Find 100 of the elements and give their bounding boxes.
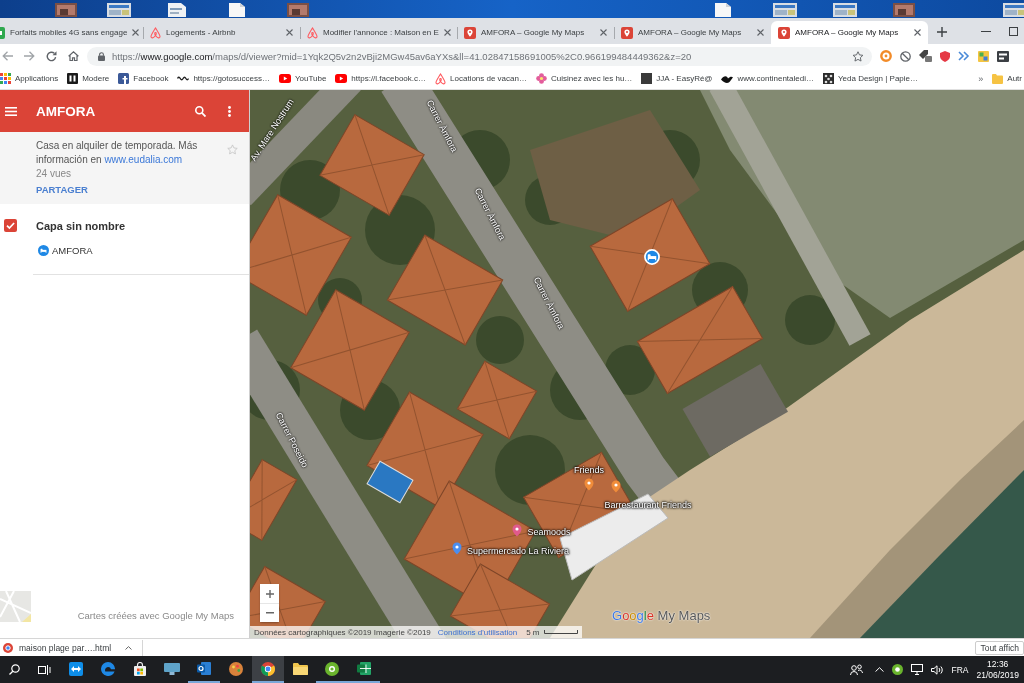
- bookmark-item[interactable]: https://l.facebook.c…: [335, 74, 427, 83]
- bookmarks-overflow-button[interactable]: »: [978, 73, 984, 84]
- photo-file-icon[interactable]: [55, 3, 77, 17]
- map-pin-icon[interactable]: [512, 524, 522, 537]
- map-attribution: Données cartographiques ©2019 Imagerie ©2019: [254, 627, 431, 637]
- close-icon[interactable]: [600, 29, 607, 36]
- maximize-icon[interactable]: [1009, 27, 1018, 36]
- zoom-in-button[interactable]: [260, 584, 279, 603]
- page-icon[interactable]: [229, 3, 245, 17]
- people-icon[interactable]: [850, 664, 864, 675]
- window-thumbnail-icon[interactable]: [107, 3, 131, 17]
- loop-favicon-icon: [435, 72, 447, 85]
- browser-tab[interactable]: Forfaits mobiles 4G sans engage: [0, 21, 143, 44]
- document-icon[interactable]: [168, 3, 186, 17]
- bookmark-item[interactable]: Cuisinez avec les hu…: [535, 73, 633, 84]
- apps-grid-icon: [0, 73, 11, 84]
- photo-file-icon[interactable]: [287, 3, 309, 17]
- menu-icon[interactable]: [5, 106, 17, 116]
- map-pin-icon[interactable]: [584, 478, 594, 491]
- network-icon[interactable]: [911, 664, 924, 675]
- logo-text: Google My Maps: [612, 608, 711, 623]
- bookmark-item[interactable]: Modere: [67, 73, 110, 84]
- bookmark-item[interactable]: https://gotosuccess…: [177, 74, 270, 83]
- reload-icon[interactable]: [46, 50, 57, 62]
- bookmark-item[interactable]: JJA - EasyRé@: [641, 73, 713, 84]
- share-button[interactable]: PARTAGER: [36, 184, 88, 195]
- zoom-out-button[interactable]: [260, 603, 279, 622]
- address-field[interactable]: https://www.google.com/maps/d/viewer?mid=1Yqk2Q5v2n2vBji2MGw45av6aYXs&ll=41.02847158691005%2C0.966199484449362&z=20: [87, 46, 872, 66]
- map-pin-icon[interactable]: [452, 542, 462, 555]
- pin-favicon-icon: [778, 26, 790, 39]
- round-logo-icon[interactable]: [892, 664, 904, 675]
- layer-name: Capa sin nombre: [36, 219, 126, 232]
- bookmark-item[interactable]: www.continentaledi…: [721, 74, 814, 83]
- browser-tab[interactable]: Modifier l'annonce : Maison en E: [300, 21, 457, 44]
- bookmark-item[interactable]: Applications: [0, 73, 59, 84]
- volume-icon[interactable]: [931, 664, 944, 675]
- photo-file-icon[interactable]: [893, 3, 915, 17]
- browser-tab[interactable]: AMFORA – Google My Maps: [771, 21, 928, 44]
- place-label[interactable]: Friends: [574, 465, 604, 475]
- browser-tab[interactable]: AMFORA – Google My Maps: [457, 21, 614, 44]
- tag-icon[interactable]: [919, 50, 932, 62]
- clock-time[interactable]: 12:36: [987, 658, 1009, 670]
- play-icon: [278, 74, 291, 83]
- page-icon[interactable]: [715, 3, 731, 17]
- clock-date[interactable]: 21/06/2019: [976, 669, 1019, 681]
- window-thumbnail-icon[interactable]: [1003, 3, 1024, 17]
- caret-up-icon[interactable]: [875, 667, 885, 672]
- close-icon[interactable]: [132, 29, 140, 36]
- lock-icon: [98, 51, 105, 61]
- browser-tab[interactable]: Logements - Airbnb: [143, 21, 300, 44]
- search-icon[interactable]: [9, 664, 20, 675]
- bed-icon[interactable]: [38, 245, 49, 256]
- close-icon[interactable]: [286, 29, 293, 36]
- grid-square-icon[interactable]: [978, 50, 989, 62]
- double-arrow-tile-icon: [69, 661, 83, 676]
- folder-icon: [992, 73, 1004, 84]
- show-all-button[interactable]: Tout affich: [975, 640, 1024, 655]
- folder-icon: [292, 662, 308, 675]
- caret-icon[interactable]: [125, 645, 133, 650]
- download-item[interactable]: maison plage par….html: [0, 639, 144, 656]
- terms-link[interactable]: Conditions d'utilisation: [437, 627, 518, 637]
- target-icon[interactable]: [880, 50, 892, 62]
- star-icon[interactable]: [852, 50, 864, 62]
- bookmark-item[interactable]: Yeda Design | Papie…: [822, 73, 919, 84]
- layer-checkbox[interactable]: [4, 219, 17, 232]
- shield-icon[interactable]: [940, 50, 950, 62]
- wave-icon: [177, 76, 190, 81]
- loop-favicon-icon: [307, 26, 318, 39]
- place-label[interactable]: Seamoods: [527, 527, 571, 537]
- more-icon[interactable]: [228, 105, 231, 117]
- taskbar-button[interactable]: [252, 656, 284, 683]
- card-icon[interactable]: [997, 50, 1009, 62]
- bookmark-folder[interactable]: Autr: [992, 73, 1024, 84]
- new-tab-icon[interactable]: [937, 27, 947, 37]
- play-icon: [335, 74, 348, 83]
- home-icon[interactable]: [68, 51, 79, 61]
- block-icon[interactable]: [900, 50, 911, 62]
- window-thumbnail-icon[interactable]: [833, 3, 857, 17]
- pin-favicon-icon: [464, 26, 476, 39]
- map-pin-icon[interactable]: [611, 480, 621, 493]
- close-icon[interactable]: [914, 29, 921, 36]
- close-icon[interactable]: [443, 29, 451, 36]
- tile-icon: [641, 73, 653, 84]
- shopping-bag-icon: [133, 661, 147, 676]
- task-view-icon[interactable]: [38, 664, 51, 675]
- pattern-tile-icon: [822, 73, 834, 84]
- feature-item[interactable]: AMFORA: [38, 245, 93, 256]
- bookmark-item[interactable]: Facebook: [118, 73, 169, 84]
- bookmark-item[interactable]: YouTube: [278, 74, 327, 83]
- website-link[interactable]: www.eudalia.com: [104, 154, 183, 165]
- basemap-thumbnail[interactable]: [0, 591, 31, 622]
- scale-label: 5 m: [526, 627, 540, 637]
- bed-marker-icon[interactable]: [644, 249, 660, 265]
- bookmark-item[interactable]: Locations de vacan…: [435, 72, 527, 85]
- chevrons-icon[interactable]: [958, 51, 970, 61]
- window-thumbnail-icon[interactable]: [773, 3, 797, 17]
- star-icon[interactable]: [227, 144, 238, 155]
- close-icon[interactable]: [757, 29, 764, 36]
- language-indicator[interactable]: FRA: [951, 664, 969, 675]
- browser-tab[interactable]: AMFORA – Google My Maps: [614, 21, 771, 44]
